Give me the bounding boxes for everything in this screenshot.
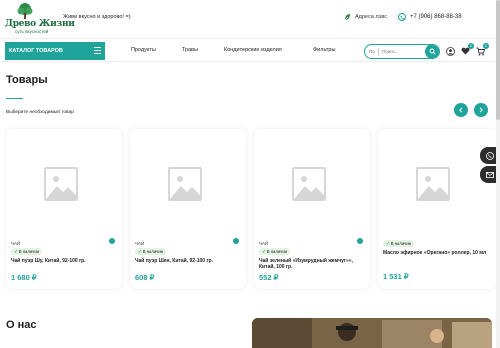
product-name[interactable]: Чай пуэр Шен, Китай, 92-100 гр. — [135, 258, 241, 264]
carousel-prev-button[interactable] — [454, 103, 468, 117]
chevron-right-icon — [479, 107, 483, 113]
stock-badge: ✓ В наличии — [11, 248, 43, 255]
product-name[interactable]: Масло эфирное «Орегано» роллер, 10 мл — [383, 250, 489, 256]
leaf-icon — [344, 14, 350, 21]
nav-item-confectionery[interactable]: Кондитерские изделия — [224, 47, 282, 53]
product-category: ЧАЙ — [135, 241, 145, 246]
search-button[interactable] — [425, 45, 439, 58]
product-price: 1 680 ₽ — [11, 273, 37, 282]
check-icon: ✓ — [14, 248, 18, 254]
logo-name: Древо Жизни — [5, 19, 75, 29]
check-icon: ✓ — [262, 248, 266, 254]
site-header: Древо Жизни суть вкусностей Живи вкусно … — [0, 0, 500, 38]
address-label: Адреса лэвс — [355, 14, 387, 20]
cart-button[interactable]: 0 — [475, 43, 489, 56]
product-name[interactable]: Чай пуэр Шу, Китай, 92-100 гр. — [11, 258, 117, 264]
stock-label: В наличии — [266, 249, 288, 254]
check-icon: ✓ — [386, 240, 390, 246]
nav-item-herbs[interactable]: Травы — [182, 47, 198, 53]
image-placeholder-icon — [44, 167, 78, 201]
about-title: О нас — [6, 319, 37, 331]
status-dot — [233, 238, 239, 244]
product-card[interactable]: ✓ В наличии Масло эфирное «Орегано» ролле… — [378, 129, 496, 289]
stock-label: В наличии — [18, 249, 40, 254]
scrollbar-thumb[interactable] — [496, 0, 500, 120]
image-placeholder-icon — [416, 167, 450, 201]
search-icon — [429, 48, 436, 55]
stock-badge: ✓ В наличии — [259, 248, 291, 255]
product-price: 608 ₽ — [135, 273, 155, 282]
nav-item-filters[interactable]: Фильтры — [313, 47, 335, 53]
main-nav: Каталог товаров Продукты Травы Кондитерс… — [0, 38, 500, 62]
image-placeholder-icon — [292, 167, 326, 201]
product-category: ЧАЙ — [11, 241, 21, 246]
product-card[interactable]: ЧАЙ ✓ В наличии Чай пуэр Шен, Китай, 92-1… — [130, 129, 246, 289]
catalog-button[interactable]: Каталог товаров — [5, 42, 105, 60]
logo-subtitle: суть вкусностей — [15, 29, 49, 34]
carousel-next-button[interactable] — [474, 103, 488, 117]
product-card[interactable]: ЧАЙ ✓ В наличии Чай пуэр Шу, Китай, 92-10… — [6, 129, 122, 289]
stock-badge: ✓ В наличии — [383, 240, 415, 247]
user-icon — [445, 46, 455, 56]
status-dot — [357, 238, 363, 244]
mail-icon — [486, 171, 494, 178]
search-scope-select[interactable]: По — [365, 47, 379, 56]
stock-badge: ✓ В наличии — [135, 248, 167, 255]
catalog-label: Каталог товаров — [9, 48, 63, 54]
nav-item-products[interactable]: Продукты — [131, 47, 156, 53]
account-button[interactable] — [445, 46, 455, 56]
stock-label: В наличии — [390, 241, 412, 246]
phone-link[interactable]: +7 (906) 868-88-38 — [398, 13, 462, 21]
tree-icon — [17, 3, 33, 19]
search-input[interactable] — [379, 49, 419, 54]
phone-number: +7 (906) 868-88-38 — [410, 14, 462, 20]
cart-count: 0 — [483, 43, 489, 49]
address-link[interactable]: Адреса лэвс — [344, 13, 387, 21]
product-price: 1 531 ₽ — [383, 272, 409, 281]
product-card[interactable]: ЧАЙ ✓ В наличии Чай зеленый «Изумрудный ж… — [254, 129, 370, 289]
chevron-left-icon — [459, 107, 463, 113]
stock-label: В наличии — [142, 249, 164, 254]
product-category: ЧАЙ — [259, 241, 269, 246]
phone-icon — [486, 151, 494, 160]
user-actions: 0 0 — [445, 43, 489, 56]
product-price: 552 ₽ — [259, 273, 279, 282]
check-icon: ✓ — [138, 248, 142, 254]
title-underline — [6, 98, 23, 99]
slogan: Живи вкусно и здорово! =) — [63, 14, 131, 20]
logo[interactable]: Древо Жизни суть вкусностей — [5, 3, 75, 35]
section-title: Товары — [6, 74, 48, 86]
menu-icon — [94, 47, 101, 54]
status-dot — [109, 238, 115, 244]
phone-icon — [398, 13, 406, 21]
search-bar: По — [364, 44, 440, 59]
page-scrollbar[interactable] — [496, 0, 500, 348]
about-photo — [252, 318, 492, 348]
section-subtitle: Выберите необходимый товар — [6, 110, 74, 115]
image-placeholder-icon — [168, 167, 202, 201]
wishlist-count: 0 — [468, 43, 474, 49]
product-name[interactable]: Чай зеленый «Изумрудный жемчуг»», Китай,… — [259, 258, 365, 270]
wishlist-button[interactable]: 0 — [460, 43, 474, 56]
